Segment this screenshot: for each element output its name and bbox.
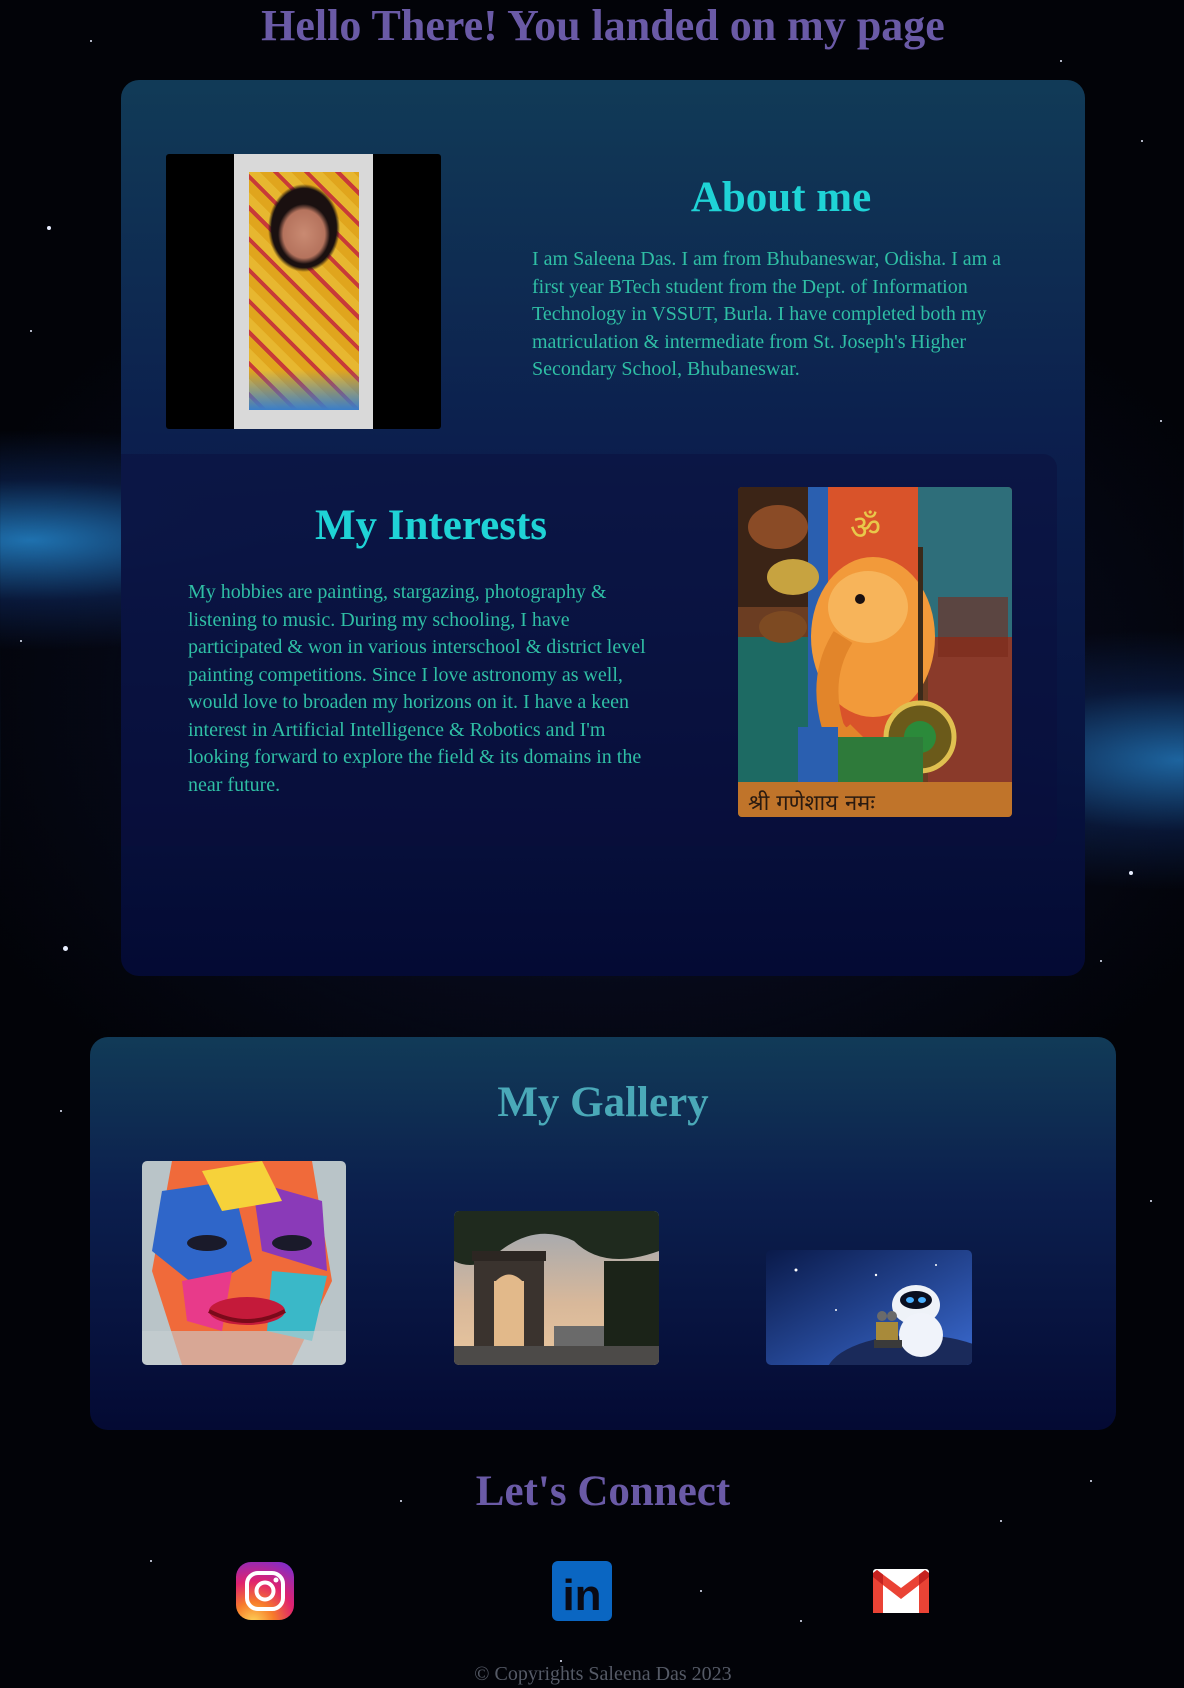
interests-heading: My Interests [314, 502, 548, 549]
gallery-image-india-gate[interactable] [454, 1211, 659, 1365]
ganesha-painting-art: ॐ श्री गणेशाय नमः [738, 487, 1012, 817]
instagram-link[interactable] [235, 1561, 295, 1621]
instagram-icon [236, 1562, 294, 1620]
interests-text: My hobbies are painting, stargazing, pho… [188, 581, 646, 796]
gmail-link[interactable] [871, 1561, 931, 1621]
gallery-image-walle-eve[interactable] [766, 1250, 972, 1365]
portrait-image [249, 172, 359, 410]
profile-photo-mat [234, 154, 373, 429]
linkedin-glyph: in [562, 1571, 601, 1620]
painting-caption: श्री गणेशाय नमः [748, 790, 875, 816]
gallery-image-face-painting[interactable] [142, 1161, 346, 1365]
walle-eve-art [766, 1250, 972, 1365]
connect-heading: Let's Connect [475, 1468, 731, 1515]
linkedin-link[interactable]: in [552, 1561, 612, 1621]
about-card: About me I am Saleena Das. I am from Bhu… [121, 80, 1085, 976]
about-text: I am Saleena Das. I am from Bhubaneswar,… [532, 248, 1002, 380]
svg-text:ॐ: ॐ [850, 508, 881, 548]
linkedin-icon: in [552, 1561, 612, 1621]
gallery-heading: My Gallery [497, 1079, 709, 1126]
gmail-icon [873, 1569, 929, 1613]
india-gate-photo [454, 1211, 659, 1365]
page-title: Hello There! You landed on my page [261, 1, 945, 50]
gallery-card: My Gallery [90, 1037, 1116, 1430]
about-heading: About me [690, 174, 872, 221]
ganesha-painting: ॐ श्री गणेशाय नमः [738, 487, 1012, 817]
face-painting-art [142, 1161, 346, 1365]
copyright-footer: © Copyrights Saleena Das 2023 [474, 1663, 732, 1685]
profile-photo [166, 154, 441, 429]
